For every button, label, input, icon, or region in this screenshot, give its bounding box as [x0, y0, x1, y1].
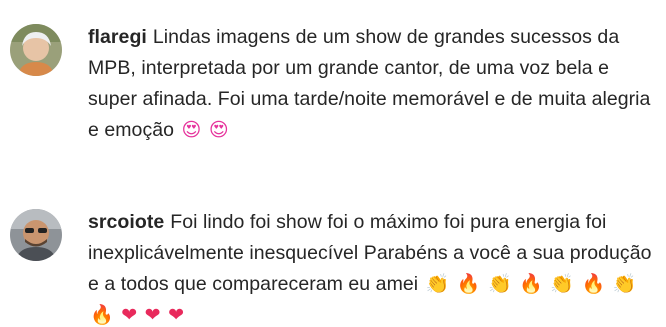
comment-body: srcoiote Foi lindo foi show foi o máximo … — [88, 207, 660, 327]
red-heart-icon: ❤ — [168, 304, 185, 326]
clapping-hands-icon: 👏 — [487, 273, 512, 295]
comment-username[interactable]: srcoiote — [88, 211, 164, 233]
fire-icon: 🔥 — [519, 273, 543, 295]
avatar[interactable] — [10, 24, 62, 76]
comments-list: flaregi Lindas imagens de um show de gran… — [0, 0, 666, 327]
red-heart-icon: ❤ — [121, 304, 138, 326]
heart-eyes-icon: 😍 — [208, 119, 229, 141]
heart-eyes-icon: 😍 — [181, 119, 202, 141]
clapping-hands-icon: 👏 — [612, 273, 637, 295]
fire-icon: 🔥 — [456, 273, 481, 295]
comment-item: srcoiote Foi lindo foi show foi o máximo … — [10, 207, 660, 327]
red-heart-icon: ❤ — [144, 304, 161, 326]
clapping-hands-icon: 👏 — [425, 273, 450, 295]
comment-body: flaregi Lindas imagens de um show de gran… — [88, 22, 660, 146]
fire-icon: 🔥 — [90, 304, 114, 326]
comment-username[interactable]: flaregi — [88, 26, 147, 48]
fire-icon: 🔥 — [581, 273, 606, 295]
comment-text: Lindas imagens de um show de grandes suc… — [88, 26, 651, 141]
avatar[interactable] — [10, 209, 62, 261]
comment-item: flaregi Lindas imagens de um show de gran… — [10, 22, 660, 146]
clapping-hands-icon: 👏 — [550, 273, 575, 295]
